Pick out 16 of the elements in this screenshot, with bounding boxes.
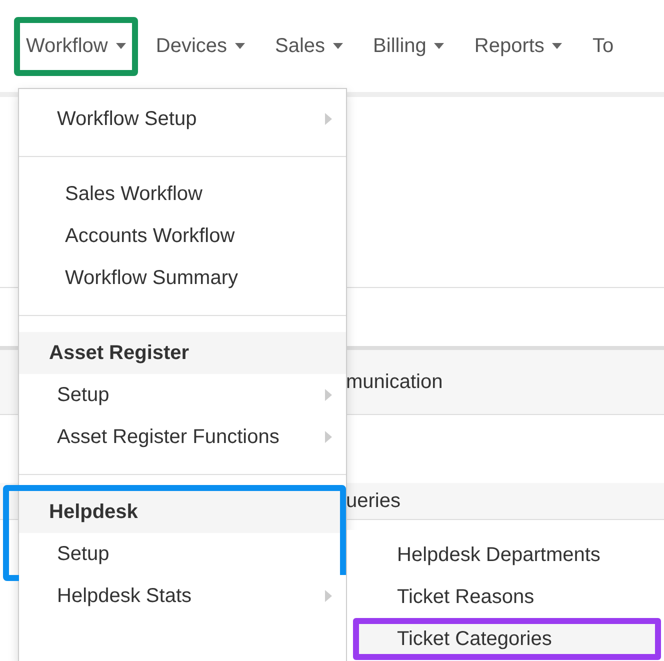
nav-menu-item[interactable]: Billing (361, 16, 456, 76)
menu-item[interactable]: Asset Register Functions (19, 416, 346, 458)
menu-item[interactable]: Workflow Setup (19, 98, 346, 140)
nav-menu-item[interactable]: Devices (144, 16, 258, 76)
menu-item[interactable]: Workflow Summary (19, 257, 346, 299)
nav-menu-item[interactable]: Sales (263, 16, 356, 76)
nav-menu-item[interactable]: To (580, 16, 626, 76)
menu-item[interactable]: Ticket Categories (353, 618, 661, 660)
menu-item[interactable]: Setup (19, 374, 346, 416)
menu-item[interactable]: Helpdesk Stats (19, 575, 346, 617)
menu-item[interactable]: Accounts Workflow (19, 215, 346, 257)
nav-menu-item[interactable]: Workflow (14, 16, 138, 76)
nav-menu-item[interactable]: Reports (462, 16, 574, 76)
menu-heading: Helpdesk (19, 491, 340, 533)
menu-item[interactable]: Sales Workflow (19, 173, 346, 215)
menu-heading: Asset Register (19, 332, 346, 374)
